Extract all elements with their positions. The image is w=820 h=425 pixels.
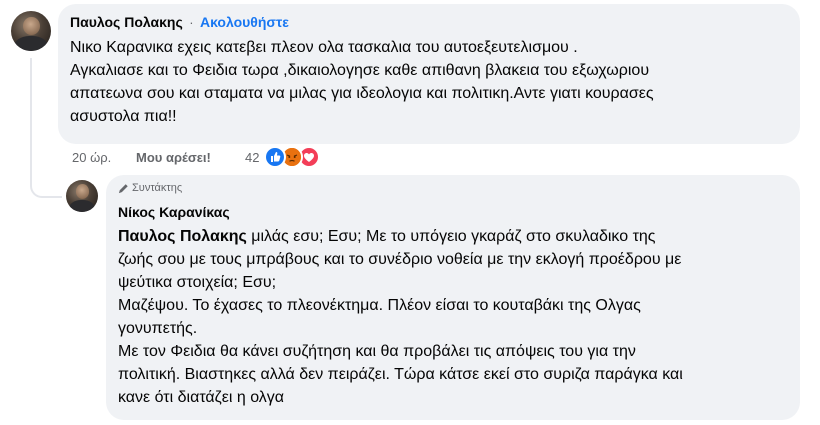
like-button[interactable]: Μου αρέσει! [136,150,211,165]
reply-line-1: Παυλος Πολακης μιλάς εσυ; Εσυ; Με το υπό… [118,225,656,248]
comment-line-2: Αγκαλιασε και το Φειδια τωρα ,δικαιολογη… [70,62,650,79]
reply-line-6: Με τον Φειδια θα κάνει συζήτηση και θα π… [118,343,636,360]
thread-line [30,58,32,168]
comment-line-1: Νικο Καρανικα εχεις κατεβει πλεον ολα τα… [70,39,578,56]
follow-button[interactable]: Ακολουθήστε [200,14,289,30]
reply-line-8: κανε ότι διατάζει η ολγα [118,389,285,406]
avatar-head [23,16,40,35]
mention-link[interactable]: Παυλος Πολακης [118,228,247,245]
reply-line-3: ψεύτικα στοιχεία; Εσυ; [118,274,277,291]
reply-line-4: Μαζέψου. Το έχασες το πλεονέκτημα. Πλέον… [118,297,641,314]
comment-author-name[interactable]: Παυλος Πολακης [70,14,183,30]
header-separator: · [189,15,194,30]
badge-label: Συντάκτης [132,182,183,194]
reply-line-7: πολιτική. Βιαστηκες αλλά δεν πειράζει. Τ… [118,366,683,383]
avatar-head [75,184,90,200]
avatar-commenter[interactable] [11,11,51,51]
reply-line-5: γονυπετής. [118,320,198,337]
comment-bubble: Παυλος Πολακης · Ακολουθήστε Νικο Καρανι… [58,4,800,144]
reaction-count[interactable]: 42 [245,150,259,165]
comment-line-4: ασυστολα πια!! [70,108,177,125]
comment-timestamp[interactable]: 20 ώρ. [72,150,111,165]
reply-line-2: ζωής σου με τους μπράβους και το συνέδρι… [118,251,682,268]
avatar-body [68,199,96,212]
author-badge: Συντάκτης [118,182,182,194]
pencil-icon [118,183,128,193]
reply-author-name[interactable]: Νίκος Καρανίκας [118,204,230,220]
thread-connector [30,166,62,198]
avatar-body [14,35,48,51]
avatar-replier[interactable] [66,180,98,212]
comment-header: Παυλος Πολακης · Ακολουθήστε [70,14,289,32]
reply-line-1-text: μιλάς εσυ; Εσυ; Με το υπόγειο γκαράζ στο… [246,228,656,245]
reply-bubble: Συντάκτης Νίκος Καρανίκας Παυλος Πολακης… [106,175,800,420]
like-icon[interactable] [264,146,286,168]
thumbs-up-glyph [271,152,281,162]
comment-line-3: απατεωνα σου και σταματα να μιλας για ιδ… [70,85,654,102]
